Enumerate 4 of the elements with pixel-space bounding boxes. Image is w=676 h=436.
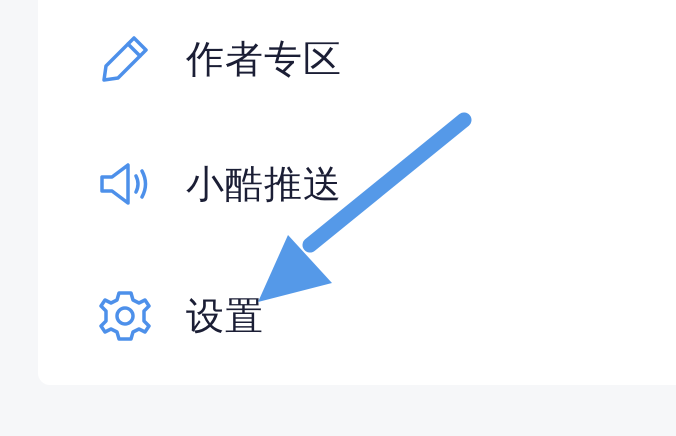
menu-item-label[interactable]: 设置	[186, 290, 264, 342]
menu-item-label[interactable]: 小酷推送	[186, 158, 342, 210]
menu-item-label[interactable]: 作者专区	[186, 34, 342, 84]
gear-icon	[98, 289, 152, 343]
